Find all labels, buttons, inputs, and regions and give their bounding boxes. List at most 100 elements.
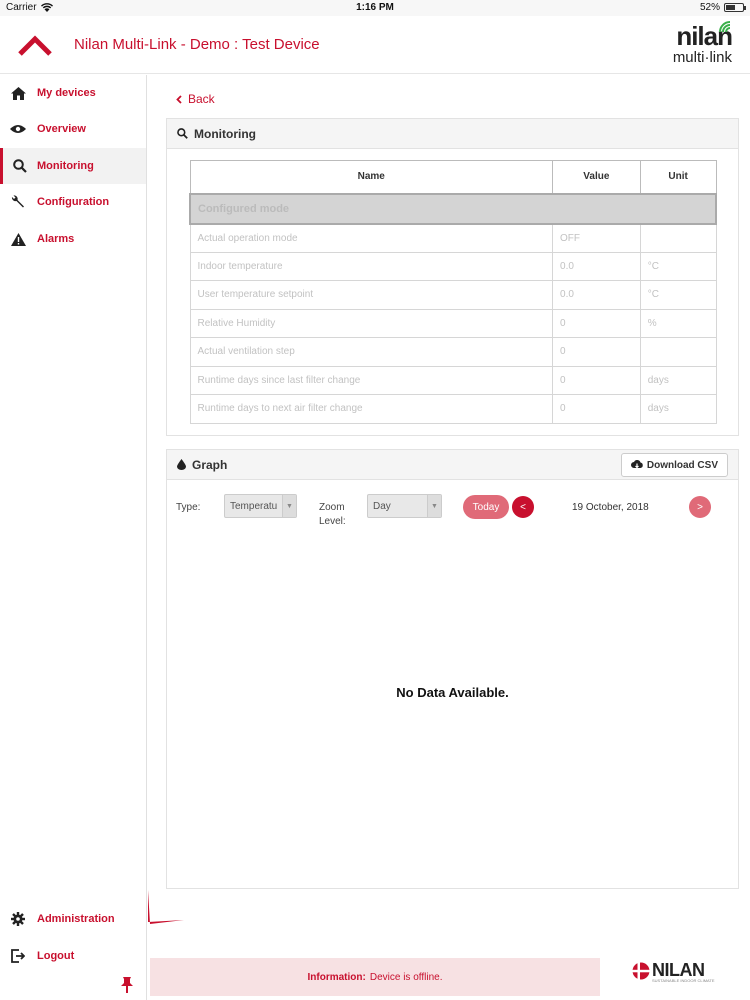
download-csv-button[interactable]: Download CSV xyxy=(620,453,728,477)
row-name: Runtime days to next air filter change xyxy=(189,394,554,424)
wrench-icon xyxy=(0,195,36,209)
graph-panel: Graph Download CSV Type: Temperatu ▼ Zoo… xyxy=(166,449,739,889)
info-message: Device is offline. xyxy=(369,971,443,983)
graph-panel-header: Graph Download CSV xyxy=(167,450,738,480)
sidebar-item-label: Administration xyxy=(37,913,115,925)
chevron-left-icon xyxy=(176,94,182,104)
clock: 1:16 PM xyxy=(356,2,394,13)
sidebar-item-label: Alarms xyxy=(37,233,75,245)
monitoring-panel-header: Monitoring xyxy=(167,119,738,149)
info-banner: Information: Device is offline. xyxy=(150,958,600,996)
graph-title: Graph xyxy=(192,457,228,472)
type-label: Type: xyxy=(176,502,201,513)
monitoring-table: Name Value Unit Configured mode Actual o… xyxy=(189,160,717,424)
eye-icon xyxy=(0,124,36,134)
row-value: 0 xyxy=(552,394,641,424)
pin-icon[interactable] xyxy=(120,977,134,993)
sidebar-item-label: Configuration xyxy=(37,196,110,208)
table-row: Runtime days since last filter change 0 da… xyxy=(189,365,717,395)
sidebar-item-label: My devices xyxy=(37,87,96,99)
danish-flag-icon xyxy=(632,962,650,980)
column-header-name: Name xyxy=(189,160,554,195)
app-title: Nilan Multi-Link - Demo : Test Device xyxy=(74,36,320,53)
table-row: Actual operation mode OFF xyxy=(189,223,717,253)
row-name: Runtime days since last filter change xyxy=(189,365,554,395)
cloud-download-icon xyxy=(630,460,643,469)
sidebar-item-administration[interactable]: Administration xyxy=(0,901,146,937)
table-row: Runtime days to next air filter change 0 d… xyxy=(189,394,717,424)
row-unit: °C xyxy=(639,251,717,281)
previous-date-button[interactable]: < xyxy=(512,496,534,518)
monitoring-title: Monitoring xyxy=(194,126,256,141)
zoom-level-label: Zoom Level: xyxy=(319,502,346,527)
sidebar-item-alarms[interactable]: Alarms xyxy=(0,221,146,257)
row-name: Actual operation mode xyxy=(189,223,554,253)
home-icon xyxy=(0,86,36,100)
table-header-row: Name Value Unit xyxy=(189,160,717,195)
table-row: User temperature setpoint 0.0 °C xyxy=(189,280,717,310)
nilan-multilink-logo: nilan multi·link xyxy=(654,21,733,70)
sidebar-item-logout[interactable]: Logout xyxy=(0,938,146,974)
nilan-brand-logo: NILAN SUSTAINABLE INDOOR CLIMATE xyxy=(632,960,724,984)
logo-text-multilink: multi·link xyxy=(672,49,732,66)
row-name: Actual ventilation step xyxy=(189,337,554,367)
next-date-button[interactable]: > xyxy=(689,496,711,518)
sidebar: My devices Overview Monitoring Configura… xyxy=(0,75,147,1000)
brand-tagline: SUSTAINABLE INDOOR CLIMATE xyxy=(652,978,715,983)
sidebar-item-configuration[interactable]: Configuration xyxy=(0,184,146,220)
row-unit xyxy=(639,223,717,253)
zoom-level-select[interactable]: Day ▼ xyxy=(367,494,442,518)
row-value: OFF xyxy=(552,223,641,253)
gear-icon xyxy=(0,912,36,926)
current-date: 19 October, 2018 xyxy=(572,502,649,513)
download-csv-label: Download CSV xyxy=(646,459,718,471)
status-bar: Carrier 1:16 PM 52% xyxy=(0,0,750,16)
battery-percent: 52% xyxy=(699,2,720,13)
table-row: Indoor temperature 0.0 °C xyxy=(189,251,717,281)
table-row: Relative Humidity 0% xyxy=(189,308,717,338)
sidebar-item-label: Monitoring xyxy=(37,160,94,172)
row-unit: °C xyxy=(639,280,717,310)
row-name: Relative Humidity xyxy=(189,308,554,338)
column-header-value: Value xyxy=(552,160,641,195)
row-name: Indoor temperature xyxy=(189,251,554,281)
dropdown-arrow-icon: ▼ xyxy=(282,495,296,517)
sidebar-item-my-devices[interactable]: My devices xyxy=(0,75,146,111)
monitoring-panel: Monitoring Name Value Unit Configured mo… xyxy=(166,118,739,436)
warning-icon xyxy=(0,232,36,246)
row-unit xyxy=(639,337,717,367)
search-icon xyxy=(177,128,188,139)
row-value: 0 xyxy=(552,337,641,367)
dropdown-arrow-icon: ▼ xyxy=(427,495,441,517)
drop-icon xyxy=(177,459,186,470)
row-unit: % xyxy=(639,308,717,338)
logout-icon xyxy=(0,949,36,963)
row-unit: days xyxy=(639,365,717,395)
zoom-select-value: Day xyxy=(373,500,391,512)
app-header: Nilan Multi-Link - Demo : Test Device ni… xyxy=(0,16,750,74)
today-button[interactable]: Today xyxy=(463,495,509,519)
battery-icon xyxy=(724,3,746,12)
sidebar-item-label: Overview xyxy=(37,123,86,135)
signal-icon xyxy=(719,21,731,33)
group-label: Configured mode xyxy=(189,192,717,225)
no-data-message: No Data Available. xyxy=(396,685,509,700)
sidebar-item-overview[interactable]: Overview xyxy=(0,111,146,147)
type-select-value: Temperatu xyxy=(230,500,278,512)
collapse-handle-icon[interactable] xyxy=(146,890,186,926)
chevron-up-icon[interactable] xyxy=(18,34,52,58)
sidebar-item-label: Logout xyxy=(37,950,75,962)
row-value: 0.0 xyxy=(552,280,641,310)
info-prefix: Information: xyxy=(307,971,366,983)
back-link[interactable]: Back xyxy=(176,92,215,106)
row-unit: days xyxy=(639,394,717,424)
sidebar-item-monitoring[interactable]: Monitoring xyxy=(0,148,146,184)
row-value: 0 xyxy=(552,308,641,338)
table-row: Actual ventilation step 0 xyxy=(189,337,717,367)
table-group-row[interactable]: Configured mode xyxy=(189,192,717,225)
row-value: 0.0 xyxy=(552,251,641,281)
row-value: 0 xyxy=(552,365,641,395)
type-select[interactable]: Temperatu ▼ xyxy=(224,494,297,518)
column-header-unit: Unit xyxy=(639,160,717,195)
row-name: User temperature setpoint xyxy=(189,280,554,310)
